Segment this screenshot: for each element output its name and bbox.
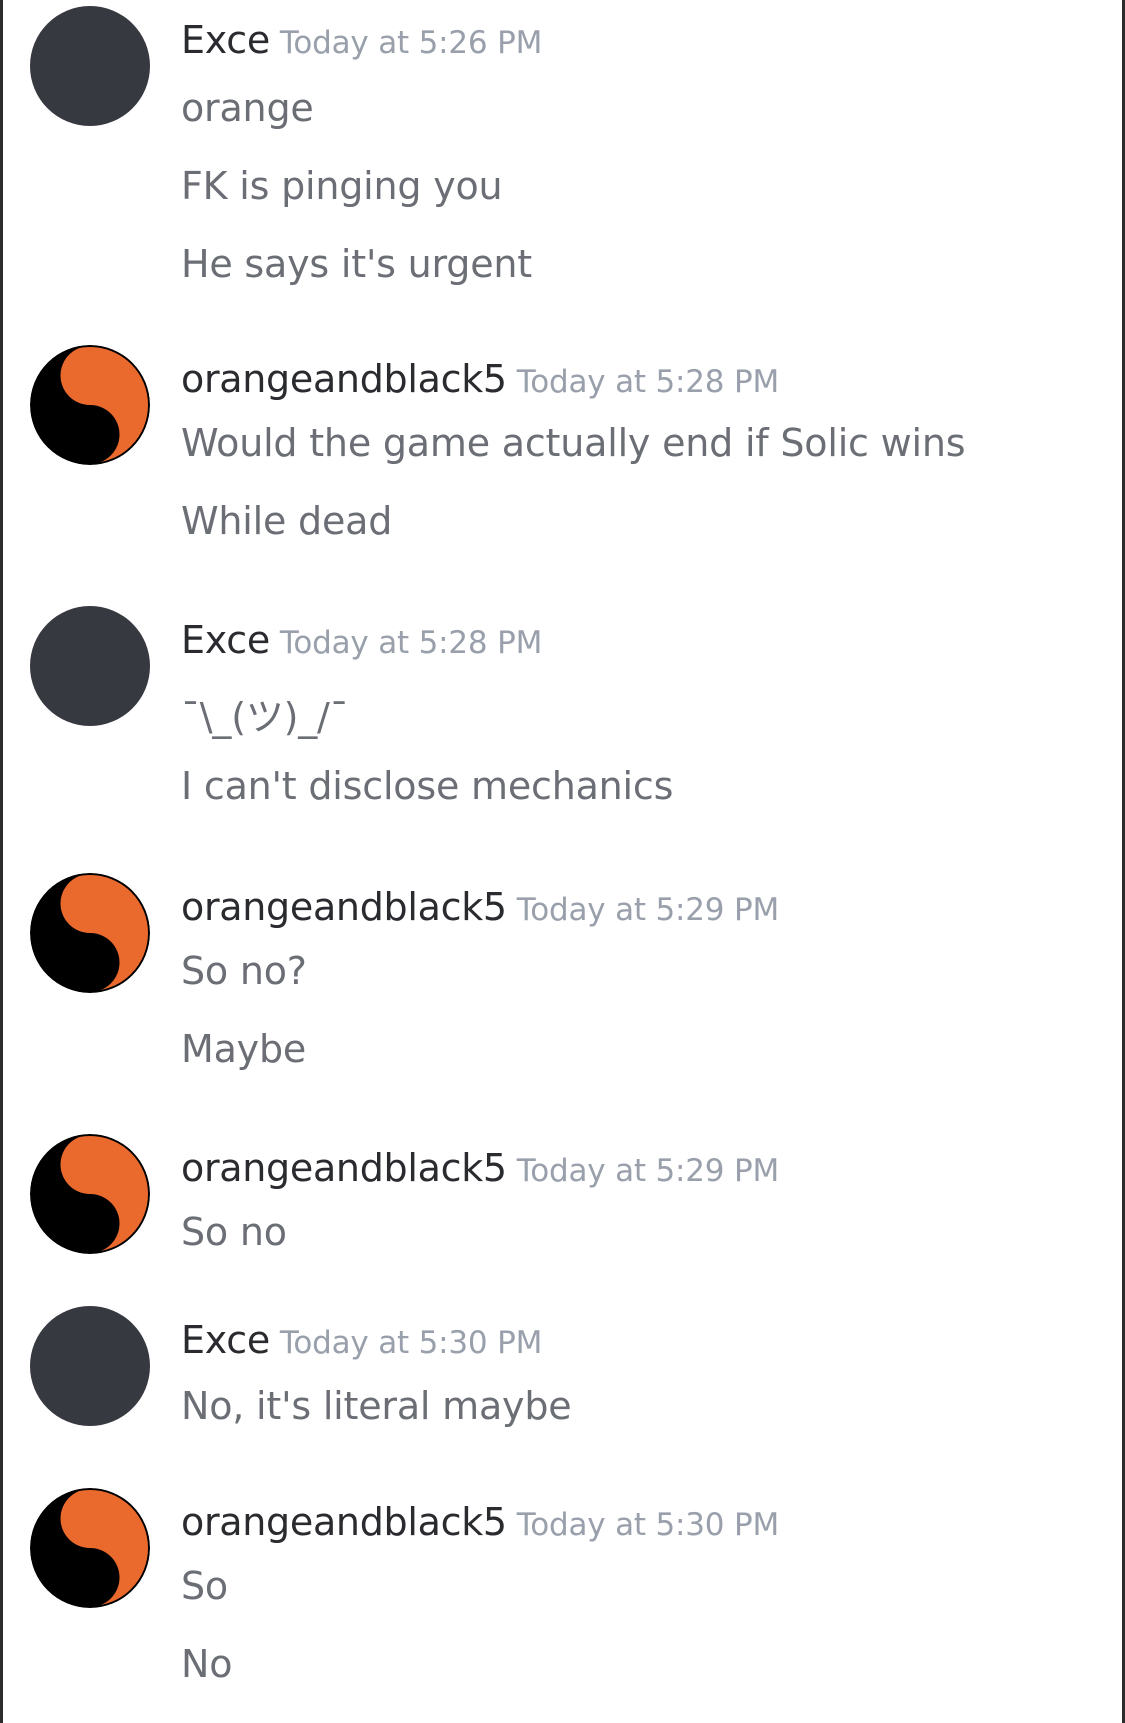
message-text: He says it's urgent — [181, 242, 532, 286]
message-text: FK is pinging you — [181, 164, 503, 208]
timestamp: Today at 5:30 PM — [516, 1507, 780, 1543]
message-header: orangeandblack5 Today at 5:30 PM — [181, 1500, 779, 1544]
message-text: While dead — [181, 499, 393, 543]
message-text: Would the game actually end if Solic win… — [181, 421, 966, 465]
timestamp: Today at 5:29 PM — [516, 892, 780, 928]
username[interactable]: orangeandblack5 — [181, 1146, 507, 1190]
username[interactable]: orangeandblack5 — [181, 357, 507, 401]
message-text: No — [181, 1642, 233, 1686]
message-text: So — [181, 1564, 228, 1608]
yin-yang-icon[interactable] — [30, 1134, 150, 1254]
yin-yang-icon[interactable] — [30, 1488, 150, 1608]
username[interactable]: orangeandblack5 — [181, 1500, 507, 1544]
message-text: So no? — [181, 949, 307, 993]
yin-yang-icon-graphic — [30, 873, 150, 993]
message-header: Exce Today at 5:28 PM — [181, 618, 542, 662]
default-avatar[interactable] — [30, 606, 150, 726]
timestamp: Today at 5:26 PM — [279, 25, 543, 61]
yin-yang-icon-graphic — [30, 1134, 150, 1254]
message-text: So no — [181, 1210, 287, 1254]
message-header: Exce Today at 5:26 PM — [181, 18, 542, 62]
yin-yang-icon-graphic — [30, 345, 150, 465]
default-avatar[interactable] — [30, 1306, 150, 1426]
message-header: orangeandblack5 Today at 5:28 PM — [181, 357, 779, 401]
message-text: Maybe — [181, 1027, 307, 1071]
username[interactable]: orangeandblack5 — [181, 885, 507, 929]
message-text: I can't disclose mechanics — [181, 764, 674, 808]
timestamp: Today at 5:28 PM — [279, 625, 543, 661]
timestamp: Today at 5:29 PM — [516, 1153, 780, 1189]
timestamp: Today at 5:28 PM — [516, 364, 780, 400]
chat-message-list: Exce Today at 5:26 PM orange FK is pingin… — [0, 0, 1125, 1723]
username[interactable]: Exce — [181, 618, 270, 662]
message-header: orangeandblack5 Today at 5:29 PM — [181, 885, 779, 929]
username[interactable]: Exce — [181, 1318, 270, 1362]
message-text: ¯\_(ツ)_/¯ — [181, 695, 349, 739]
yin-yang-icon[interactable] — [30, 873, 150, 993]
message-text: No, it's literal maybe — [181, 1384, 572, 1428]
default-avatar[interactable] — [30, 6, 150, 126]
yin-yang-icon[interactable] — [30, 345, 150, 465]
message-header: orangeandblack5 Today at 5:29 PM — [181, 1146, 779, 1190]
yin-yang-icon-graphic — [30, 1488, 150, 1608]
message-text: orange — [181, 86, 314, 130]
username[interactable]: Exce — [181, 18, 270, 62]
message-header: Exce Today at 5:30 PM — [181, 1318, 542, 1362]
timestamp: Today at 5:30 PM — [279, 1325, 543, 1361]
